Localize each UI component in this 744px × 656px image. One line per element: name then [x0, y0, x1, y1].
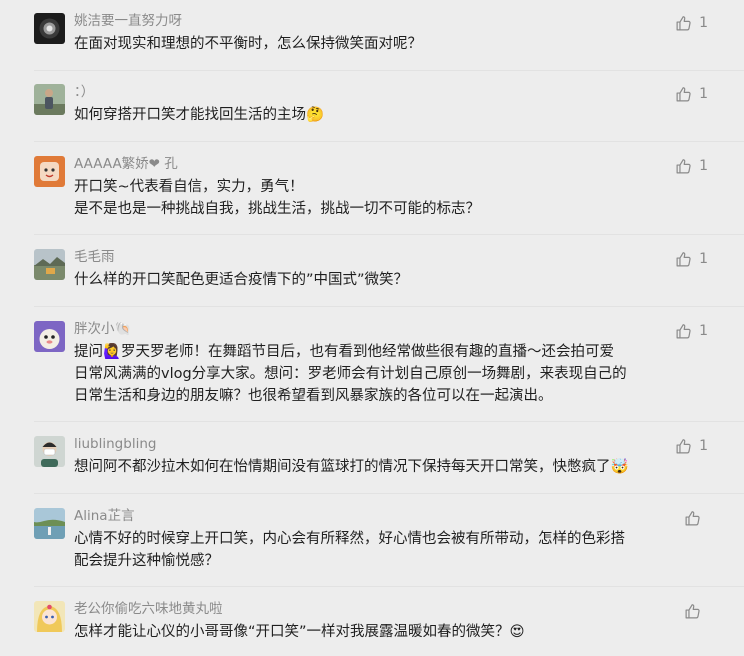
- comment-text: 在面对现实和理想的不平衡时，怎么保持微笑面对呢？: [74, 36, 422, 52]
- divider: [34, 141, 744, 142]
- comment-text: 开口笑~代表看自信，实力，勇气！ 是不是也是一种挑战自我，挑战生活，挑战一切不可…: [74, 179, 480, 217]
- thumbs-up-icon[interactable]: [684, 510, 701, 527]
- like-count: 1: [699, 438, 708, 454]
- thumbs-up-icon[interactable]: [675, 251, 692, 268]
- comment-username[interactable]: 胖次小🐚: [74, 320, 131, 338]
- landscape-avatar-icon[interactable]: [34, 249, 65, 280]
- divider: [34, 421, 744, 422]
- like-button[interactable]: [684, 601, 708, 621]
- like-button[interactable]: 1: [675, 436, 708, 456]
- like-count: 1: [699, 323, 708, 339]
- divider: [34, 70, 744, 71]
- comment-username[interactable]: liublingbling: [74, 435, 156, 453]
- thumbs-up-icon[interactable]: [675, 323, 692, 340]
- like-button[interactable]: [684, 508, 708, 528]
- purple-cartoon-avatar-icon[interactable]: [34, 321, 65, 352]
- like-button[interactable]: 1: [675, 321, 708, 341]
- comment-username[interactable]: ：）: [74, 83, 94, 101]
- thumbs-up-icon[interactable]: [675, 158, 692, 175]
- anime-girl-avatar-icon[interactable]: [34, 601, 65, 632]
- masked-person-avatar-icon[interactable]: [34, 436, 65, 467]
- comment-text: 想问阿不都沙拉木如何在怡情期间没有篮球打的情况下保持每天开口常笑，快憋疯了🤯: [74, 459, 629, 475]
- divider: [34, 493, 744, 494]
- thumbs-up-icon[interactable]: [675, 438, 692, 455]
- like-count: 1: [699, 158, 708, 174]
- comment-username[interactable]: 老公你偷吃六味地黄丸啦: [74, 600, 223, 618]
- orange-cartoon-avatar-icon[interactable]: [34, 156, 65, 187]
- comment-username[interactable]: 姚洁要一直努力呀: [74, 12, 182, 30]
- divider: [34, 586, 744, 587]
- like-button[interactable]: 1: [675, 13, 708, 33]
- lakeside-avatar-icon[interactable]: [34, 508, 65, 539]
- comment-text: 如何穿搭开口笑才能找回生活的主场🤔: [74, 107, 325, 123]
- comment-username[interactable]: AAAAA繁娇❤ 孔: [74, 155, 178, 173]
- divider: [34, 234, 744, 235]
- comment-text: 什么样的开口笑配色更适合疫情下的”中国式”微笑？: [74, 272, 409, 288]
- thumbs-up-icon[interactable]: [684, 603, 701, 620]
- thumbs-up-icon[interactable]: [675, 86, 692, 103]
- comment-text: 提问🙋‍♀️罗天罗老师！在舞蹈节目后，也有看到他经常做些很有趣的直播～还会拍可爱…: [74, 344, 627, 404]
- like-button[interactable]: 1: [675, 84, 708, 104]
- night-scene-avatar-icon[interactable]: [34, 13, 65, 44]
- comment-text: 心情不好的时候穿上开口笑，内心会有所释然，好心情也会被有所带动，怎样的色彩搭 配…: [74, 531, 625, 569]
- thumbs-up-icon[interactable]: [675, 15, 692, 32]
- comment-username[interactable]: Alina芷言: [74, 507, 135, 525]
- like-count: 1: [699, 15, 708, 31]
- like-count: 1: [699, 86, 708, 102]
- comment-username[interactable]: 毛毛雨: [74, 248, 115, 266]
- like-count: 1: [699, 251, 708, 267]
- like-button[interactable]: 1: [675, 156, 708, 176]
- comment-text: 怎样才能让心仪的小哥哥像“开口笑”一样对我展露温暖如春的微笑？😍: [74, 624, 525, 640]
- divider: [34, 306, 744, 307]
- like-button[interactable]: 1: [675, 249, 708, 269]
- person-outdoor-avatar-icon[interactable]: [34, 84, 65, 115]
- comment-list: 姚洁要一直努力呀 1 在面对现实和理想的不平衡时，怎么保持微笑面对呢？ ：） 1…: [0, 0, 744, 656]
